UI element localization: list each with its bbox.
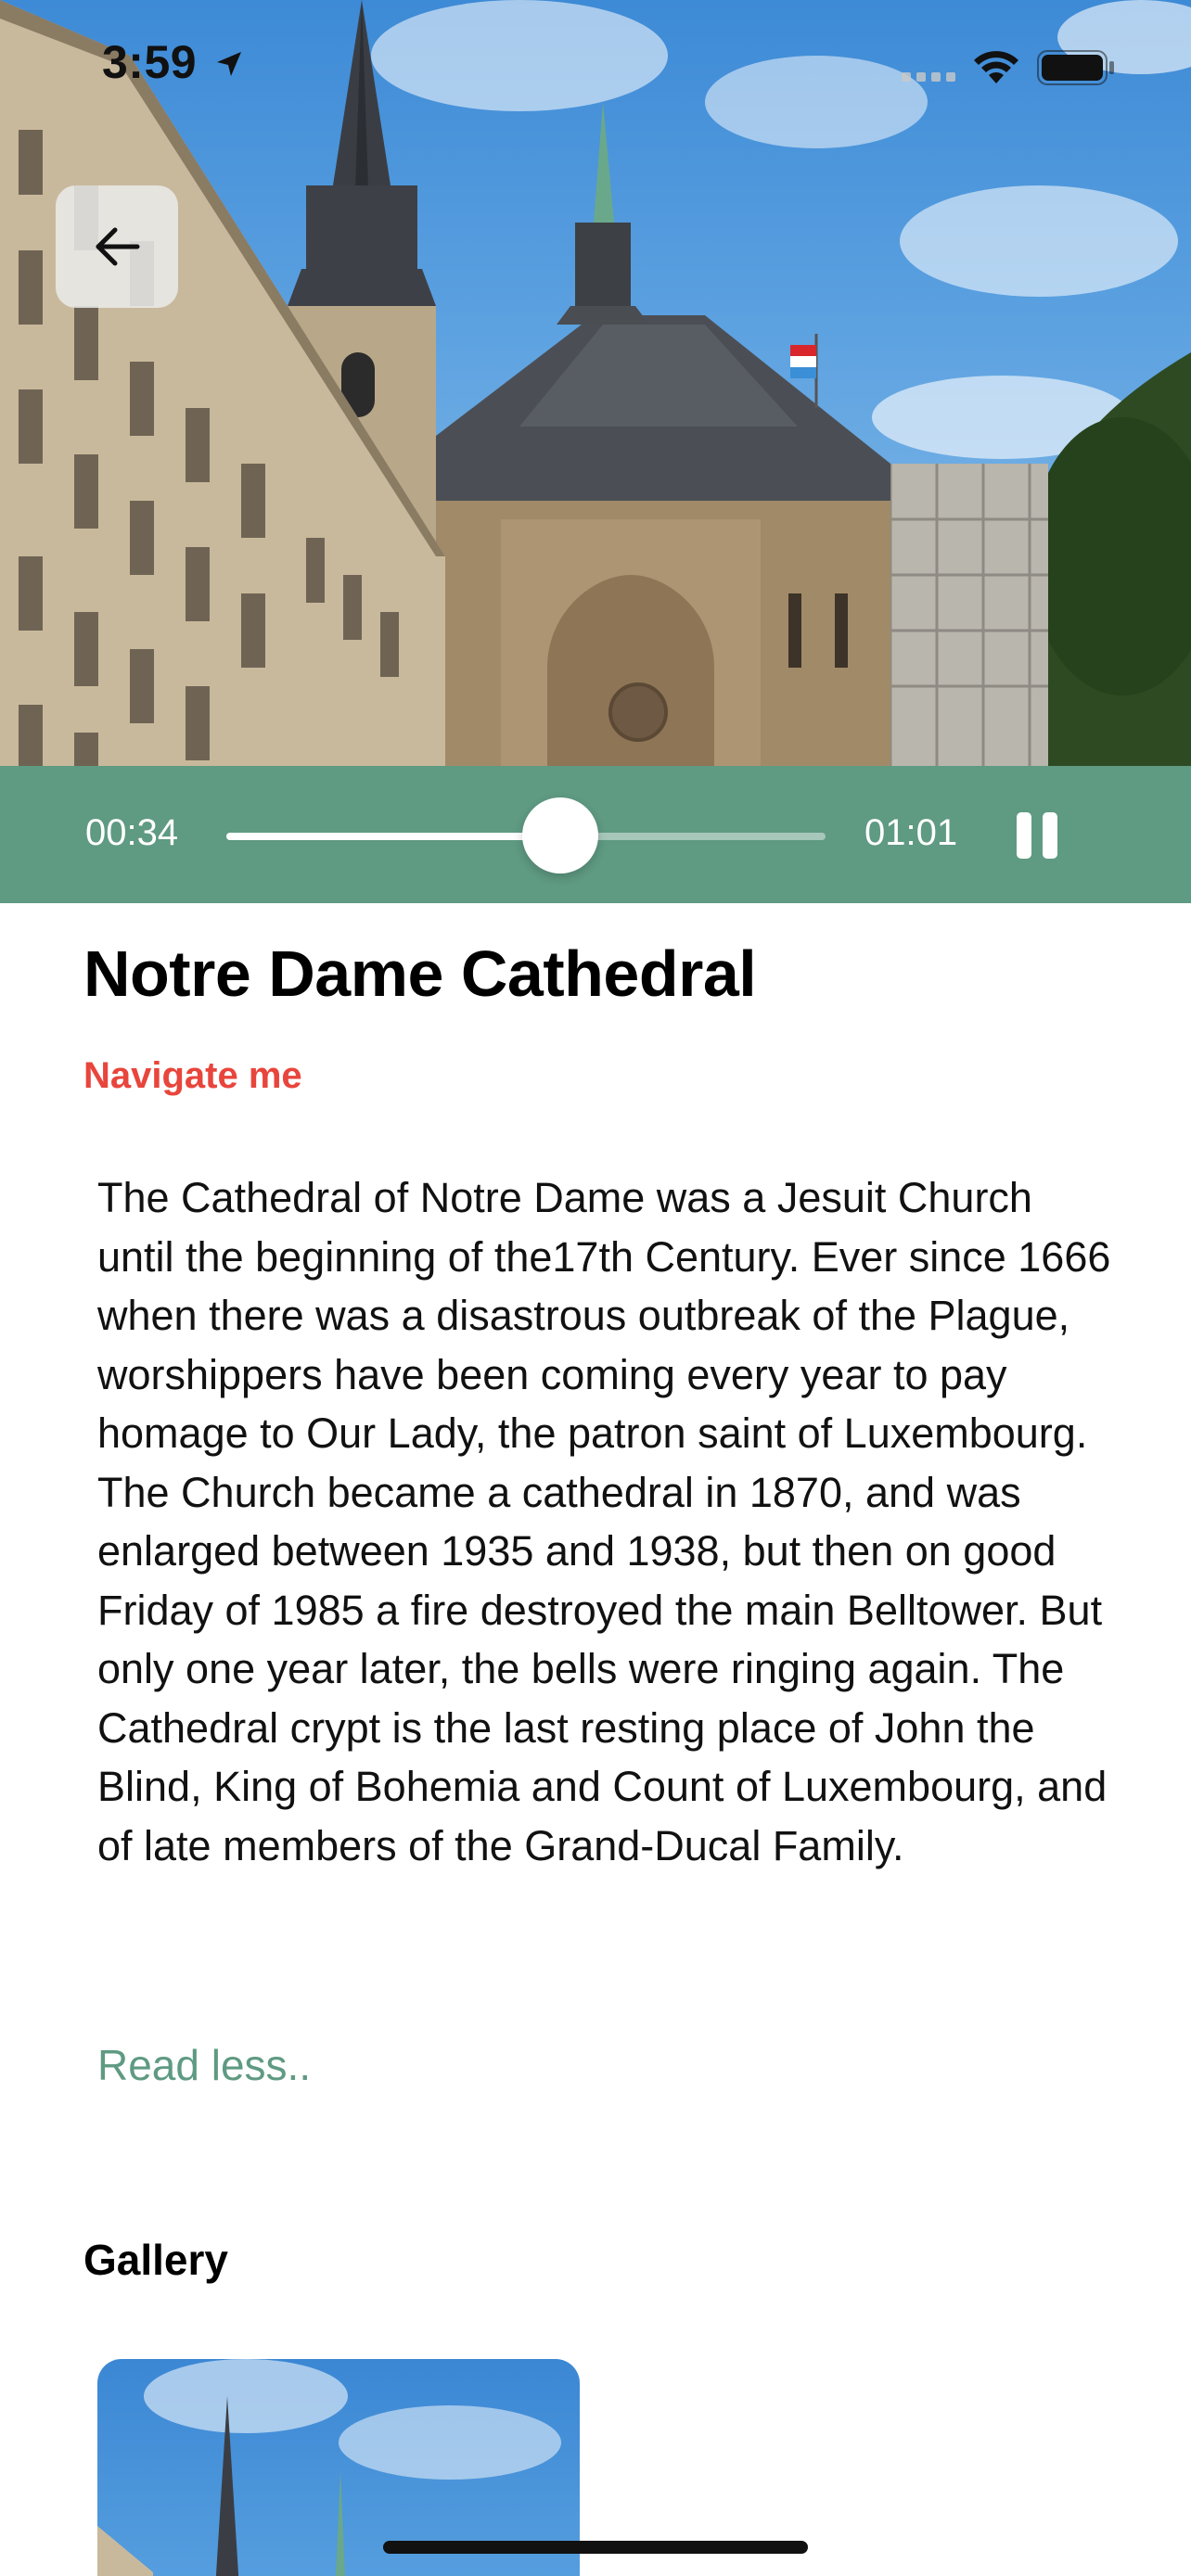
pause-icon <box>1017 812 1031 859</box>
elapsed-time: 00:34 <box>85 812 179 853</box>
gallery-heading: Gallery <box>83 2236 228 2284</box>
location-arrow-icon <box>215 50 243 83</box>
status-time: 3:59 <box>102 36 198 88</box>
audio-player: 00:34 01:01 <box>0 766 1191 903</box>
progress-fill <box>226 833 560 840</box>
place-title: Notre Dame Cathedral <box>83 937 757 1010</box>
pause-icon-bar <box>1043 812 1057 859</box>
wifi-icon <box>972 48 1020 90</box>
back-button[interactable] <box>56 185 178 308</box>
navigate-me-link[interactable]: Navigate me <box>83 1055 302 1097</box>
arrow-left-icon <box>96 227 140 266</box>
status-bar: 3:59 <box>0 0 1191 130</box>
place-description: The Cathedral of Notre Dame was a Jesuit… <box>97 1174 1111 1869</box>
read-less-link[interactable]: Read less.. <box>97 2040 311 2090</box>
pause-button[interactable] <box>1017 812 1059 859</box>
progress-thumb[interactable] <box>521 797 598 874</box>
home-indicator <box>383 2541 808 2554</box>
battery-icon <box>1037 50 1115 90</box>
screen: 3:59 00:34 01:01 Notre Dame Cathedral Na… <box>0 0 1191 2576</box>
cellular-signal-icon <box>902 69 959 86</box>
total-time: 01:01 <box>864 812 958 853</box>
